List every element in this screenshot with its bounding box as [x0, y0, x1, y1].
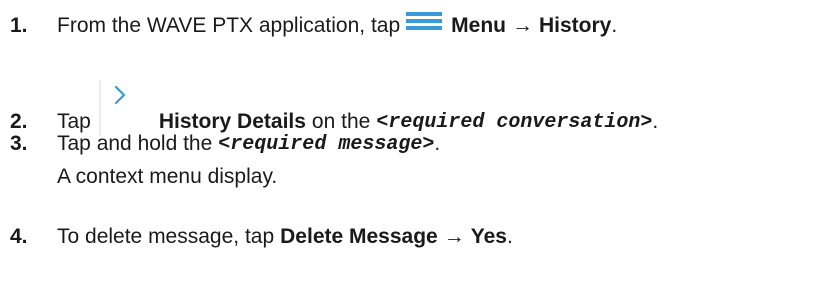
- step-1: 1. From the WAVE PTX application, tap Me…: [10, 12, 618, 38]
- period: .: [652, 110, 659, 133]
- chevron-right-icon: [99, 80, 145, 136]
- step-number: 2.: [10, 110, 28, 133]
- placeholder-conversation: <required conversation>: [376, 110, 653, 134]
- procedure-page: { "steps": [ { "number": "1.", "text_bef…: [0, 0, 825, 283]
- delete-message-label: Delete Message: [280, 225, 438, 248]
- menu-label: Menu: [451, 14, 506, 37]
- yes-label: Yes: [470, 225, 507, 248]
- period: .: [611, 14, 618, 37]
- step-4: 4. To delete message, tap Delete Message…: [10, 225, 513, 249]
- history-label: History: [538, 14, 612, 37]
- arrow: →: [511, 14, 533, 37]
- hamburger-menu-icon: [406, 12, 443, 30]
- step-text: on the: [311, 110, 371, 133]
- period: .: [506, 225, 513, 248]
- step-number: 3.: [10, 132, 28, 155]
- step-text: Tap and hold the: [57, 132, 213, 155]
- placeholder-message: <required message>: [218, 132, 435, 156]
- step-text: Tap: [57, 110, 91, 133]
- step-3: 3. Tap and hold the <required message> .: [10, 132, 440, 156]
- arrow: →: [443, 225, 465, 248]
- step-text: To delete message, tap: [57, 225, 275, 248]
- period: .: [434, 132, 441, 155]
- step-3-result: A context menu display.: [57, 165, 278, 188]
- history-details-label: History Details: [158, 110, 306, 133]
- step-number: 4.: [10, 225, 28, 248]
- step-number: 1.: [10, 14, 28, 37]
- step-text: From the WAVE PTX application, tap: [57, 14, 401, 37]
